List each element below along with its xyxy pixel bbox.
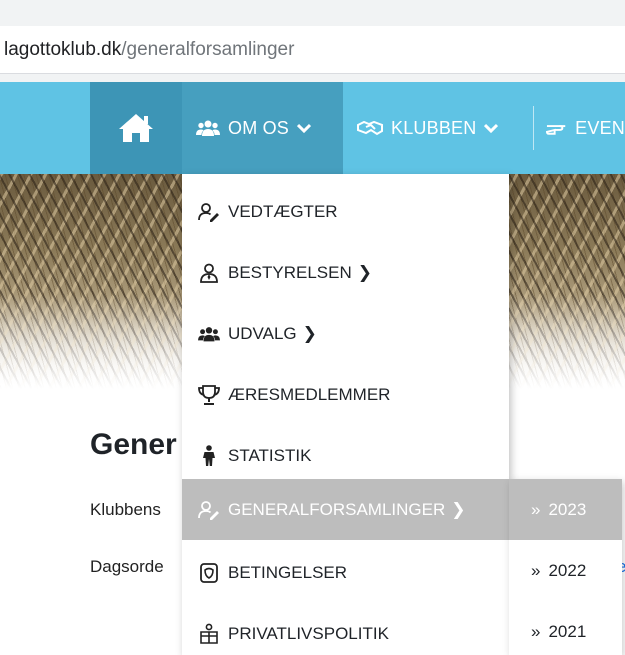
user-edit-icon <box>198 499 220 521</box>
nav-om-os[interactable]: OM OS <box>182 82 343 174</box>
user-tie-icon <box>198 262 220 284</box>
url-path: /generalforsamlinger <box>121 39 295 60</box>
submenu-item-label: 2021 <box>548 621 587 641</box>
menu-item-udvalg[interactable]: UDVALG ❯ <box>182 303 509 364</box>
double-chevron-icon: » <box>531 560 541 580</box>
menu-item-label: STATISTIK <box>228 445 312 465</box>
users-icon <box>198 323 220 345</box>
nav-events-label: EVEN <box>575 117 625 138</box>
person-icon <box>198 444 220 467</box>
paragraph-1: Klubbens <box>90 500 161 519</box>
browser-tabstrip <box>0 0 625 26</box>
submenu-item-label: 2022 <box>548 560 587 580</box>
menu-item-aeresmedlemmer[interactable]: ÆRESMEDLEMMER <box>182 364 509 425</box>
url-text[interactable]: lagottoklub.dk/generalforsamlinger <box>4 39 294 61</box>
url-host: lagottoklub.dk <box>4 39 122 60</box>
submenu-item-label: 2023 <box>548 499 587 519</box>
submenu-item-2021[interactable]: » 2021 <box>509 601 622 655</box>
chevron-right-icon: ❯ <box>302 323 317 343</box>
menu-item-label: PRIVATLIVSPOLITIK <box>228 623 389 643</box>
menu-item-vedtaegter[interactable]: VEDTÆGTER <box>182 181 509 242</box>
menu-item-label: VEDTÆGTER <box>228 201 338 221</box>
home-icon <box>119 114 153 142</box>
paragraph-2: Dagsorde <box>90 557 164 576</box>
submenu-item-2022[interactable]: » 2022 <box>509 540 622 601</box>
menu-item-label: BETINGELSER <box>228 562 348 582</box>
generalforsamlinger-submenu: » 2023 » 2022 » 2021 <box>509 479 622 655</box>
double-chevron-icon: » <box>531 499 541 519</box>
privacy-icon <box>198 623 220 645</box>
menu-item-label: UDVALG <box>228 323 297 343</box>
double-chevron-icon: » <box>531 621 541 641</box>
document-icon <box>198 562 220 584</box>
menu-item-privatlivspolitik[interactable]: PRIVATLIVSPOLITIK <box>182 603 509 655</box>
address-bar[interactable]: lagottoklub.dk/generalforsamlinger <box>0 26 625 74</box>
menu-item-label: GENERALFORSAMLINGER <box>228 499 446 519</box>
menu-item-statistik[interactable]: STATISTIK <box>182 425 509 486</box>
menu-item-betingelser[interactable]: BETINGELSER <box>182 542 509 603</box>
menu-item-label: BESTYRELSEN <box>228 262 352 282</box>
trophy-icon <box>198 384 220 406</box>
menu-item-bestyrelsen[interactable]: BESTYRELSEN ❯ <box>182 242 509 303</box>
chevron-down-icon <box>484 123 499 133</box>
submenu-item-2023[interactable]: » 2023 <box>509 479 622 540</box>
main-navbar: OM OS KLUBBEN EVEN <box>0 82 625 174</box>
chevron-down-icon <box>297 123 312 133</box>
chevron-right-icon: ❯ <box>451 499 466 519</box>
nav-om-os-label: OM OS <box>228 117 290 138</box>
nav-klubben[interactable]: KLUBBEN <box>343 82 533 174</box>
handshake-icon <box>357 120 383 136</box>
hand-pointer-icon <box>546 125 566 135</box>
browser-gap <box>0 74 625 82</box>
om-os-dropdown: VEDTÆGTER BESTYRELSEN ❯ UDVALG ❯ ÆRESMED… <box>182 174 509 655</box>
nav-home[interactable] <box>90 82 182 174</box>
menu-item-label: ÆRESMEDLEMMER <box>228 384 391 404</box>
user-edit-icon <box>198 201 220 223</box>
nav-events[interactable]: EVEN <box>534 82 625 174</box>
nav-klubben-label: KLUBBEN <box>391 117 477 138</box>
chevron-right-icon: ❯ <box>357 262 373 282</box>
menu-item-generalforsamlinger[interactable]: GENERALFORSAMLINGER ❯ <box>182 479 509 540</box>
users-icon <box>196 120 220 136</box>
page-title: Gener <box>90 428 177 461</box>
